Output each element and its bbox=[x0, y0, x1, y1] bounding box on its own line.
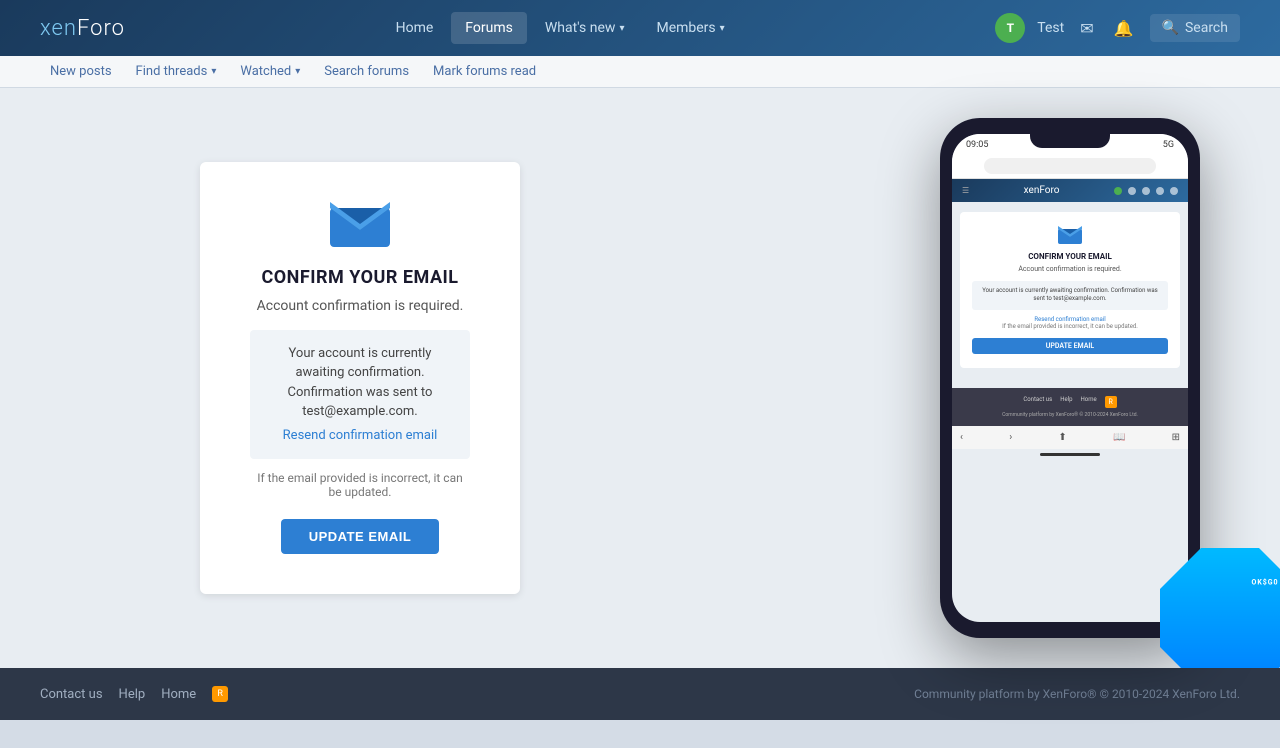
phone-resend-link[interactable]: Resend confirmation email bbox=[972, 316, 1168, 323]
phone-footer-copy: Community platform by XenForo® © 2010-20… bbox=[960, 412, 1180, 418]
avatar[interactable]: T bbox=[995, 13, 1025, 43]
phone-address-bar bbox=[952, 154, 1188, 179]
nav-members[interactable]: Members ▾ bbox=[642, 12, 738, 44]
confirm-info-box: Your account is currently awaiting confi… bbox=[250, 330, 470, 460]
logo-foro: Foro bbox=[77, 16, 125, 41]
phone-time: 09:05 bbox=[966, 140, 988, 150]
phone-logo: xenForo bbox=[1024, 185, 1060, 196]
phone-content: CONFIRM YOUR EMAIL Account confirmation … bbox=[952, 202, 1188, 378]
confirm-subtitle: Account confirmation is required. bbox=[250, 298, 470, 314]
site-footer: Contact us Help Home R Community platfor… bbox=[0, 668, 1280, 720]
subnav-mark-forums-read[interactable]: Mark forums read bbox=[423, 56, 546, 87]
phone-bell-dot bbox=[1142, 187, 1150, 195]
subnav-search-forums[interactable]: Search forums bbox=[314, 56, 419, 87]
header-right: T Test ✉ 🔔 🔍 Search bbox=[995, 13, 1240, 43]
nav-forums[interactable]: Forums bbox=[451, 12, 527, 44]
phone-email-icon bbox=[1058, 226, 1082, 244]
phone-nav-dot bbox=[1156, 187, 1164, 195]
footer-help[interactable]: Help bbox=[119, 687, 146, 702]
confirm-email-card: CONFIRM YOUR EMAIL Account confirmation … bbox=[200, 162, 520, 595]
bell-icon[interactable]: 🔔 bbox=[1110, 15, 1138, 42]
phone-signal: 5G bbox=[1163, 140, 1174, 150]
phone-footer-contact: Contact us bbox=[1023, 396, 1052, 408]
search-icon: 🔍 bbox=[1162, 20, 1179, 36]
phone-share-icon[interactable]: ⬆ bbox=[1058, 432, 1066, 443]
site-header: xenForo Home Forums What's new ▾ Members… bbox=[0, 0, 1280, 56]
phone-url-bar bbox=[984, 158, 1157, 174]
phone-footer: Contact us Help Home R Community platfor… bbox=[952, 388, 1188, 426]
site-logo[interactable]: xenForo bbox=[40, 16, 125, 41]
phone-notch bbox=[1030, 134, 1110, 148]
confirm-note: If the email provided is incorrect, it c… bbox=[250, 471, 470, 499]
phone-footer-help: Help bbox=[1060, 396, 1072, 408]
watched-chevron-icon: ▾ bbox=[295, 66, 300, 77]
phone-user-dot bbox=[1114, 187, 1122, 195]
email-icon[interactable]: ✉ bbox=[1076, 15, 1097, 42]
phone-confirm-box: Your account is currently awaiting confi… bbox=[972, 281, 1168, 310]
subnav-find-threads[interactable]: Find threads ▾ bbox=[126, 56, 227, 87]
user-name[interactable]: Test bbox=[1037, 20, 1064, 36]
email-envelope-icon bbox=[330, 202, 390, 247]
footer-copyright: Community platform by XenForo® © 2010-20… bbox=[914, 687, 1240, 701]
nav-home[interactable]: Home bbox=[382, 12, 448, 44]
confirm-title: CONFIRM YOUR EMAIL bbox=[250, 267, 470, 288]
phone-confirm-subtitle: Account confirmation is required. bbox=[972, 265, 1168, 273]
phone-footer-home: Home bbox=[1081, 396, 1097, 408]
logo-xen: xen bbox=[40, 16, 77, 41]
resend-link[interactable]: Resend confirmation email bbox=[266, 426, 454, 446]
footer-home[interactable]: Home bbox=[161, 687, 196, 702]
phone-bookmark-icon[interactable]: 📖 bbox=[1113, 432, 1125, 443]
main-nav: Home Forums What's new ▾ Members ▾ bbox=[382, 12, 739, 44]
phone-rss-icon: R bbox=[1105, 396, 1117, 408]
sub-nav: New posts Find threads ▾ Watched ▾ Searc… bbox=[0, 56, 1280, 88]
phone-confirm-note: If the email provided is incorrect, it c… bbox=[972, 323, 1168, 330]
phone-mail-dot bbox=[1128, 187, 1136, 195]
rss-icon[interactable]: R bbox=[212, 686, 228, 702]
phone-back-icon[interactable]: ‹ bbox=[960, 432, 963, 443]
phone-update-btn[interactable]: UPDATE EMAIL bbox=[972, 338, 1168, 354]
subnav-watched[interactable]: Watched ▾ bbox=[230, 56, 310, 87]
find-threads-chevron-icon: ▾ bbox=[211, 66, 216, 77]
footer-contact[interactable]: Contact us bbox=[40, 687, 103, 702]
main-content: CONFIRM YOUR EMAIL Account confirmation … bbox=[0, 88, 1280, 668]
search-button[interactable]: 🔍 Search bbox=[1150, 14, 1240, 42]
phone-footer-links: Contact us Help Home R bbox=[960, 396, 1180, 408]
phone-header-icons bbox=[1114, 187, 1178, 195]
phone-home-indicator bbox=[1040, 453, 1100, 456]
members-chevron-icon: ▾ bbox=[720, 23, 725, 34]
subnav-new-posts[interactable]: New posts bbox=[40, 56, 122, 87]
phone-confirm-card: CONFIRM YOUR EMAIL Account confirmation … bbox=[960, 212, 1180, 368]
phone-screen: 09:05 5G ☰ xenForo bbox=[952, 134, 1188, 622]
phone-search-dot bbox=[1170, 187, 1178, 195]
whats-new-chevron-icon: ▾ bbox=[619, 23, 624, 34]
phone-bottom-bar: ‹ › ⬆ 📖 ⊞ bbox=[952, 426, 1188, 449]
update-email-button[interactable]: UPDATE EMAIL bbox=[281, 519, 440, 554]
phone-tabs-icon[interactable]: ⊞ bbox=[1172, 432, 1180, 443]
phone-confirm-title: CONFIRM YOUR EMAIL bbox=[972, 252, 1168, 261]
phone-site-header: ☰ xenForo bbox=[952, 179, 1188, 202]
nav-whats-new[interactable]: What's new ▾ bbox=[531, 12, 639, 44]
phone-forward-icon[interactable]: › bbox=[1009, 432, 1012, 443]
watermark: OK$G0 bbox=[1160, 548, 1280, 668]
footer-links: Contact us Help Home R bbox=[40, 686, 228, 702]
